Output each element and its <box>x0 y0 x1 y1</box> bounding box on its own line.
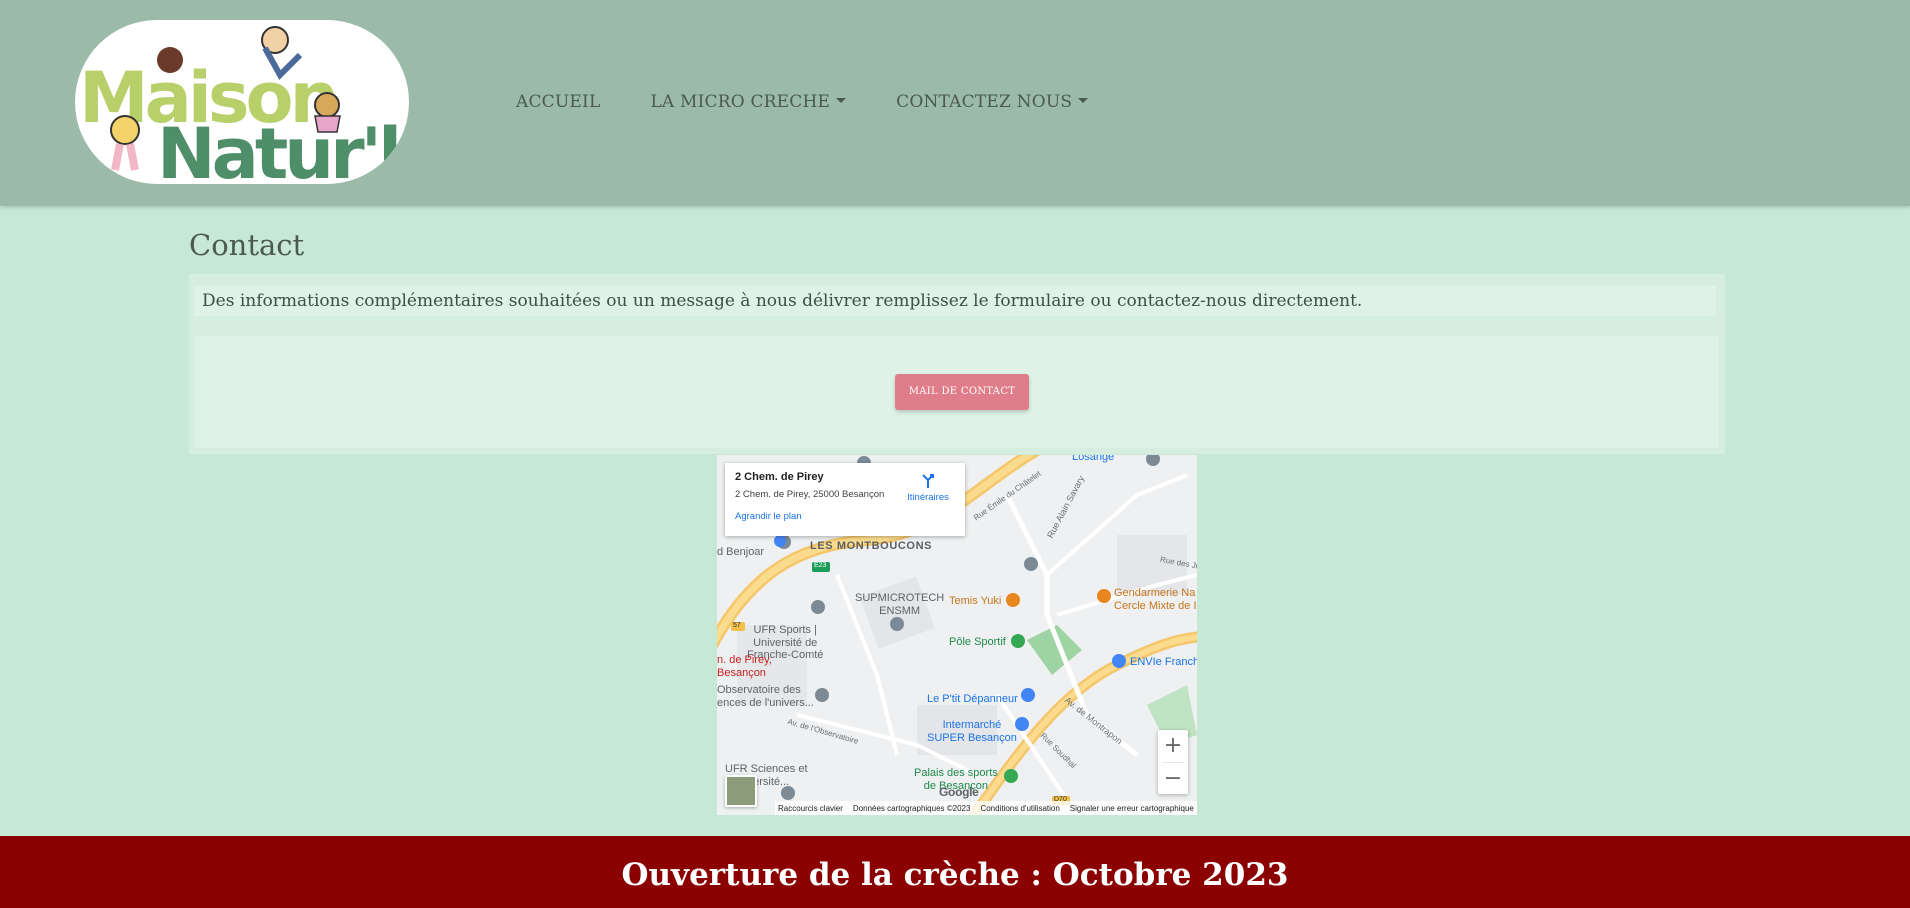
map-report-error-link[interactable]: Signaler une erreur cartographique <box>1070 804 1194 813</box>
child-figure-3 <box>110 115 140 145</box>
map-label-supmicrotech: SUPMICROTECH ENSMM <box>855 592 945 617</box>
map-directions-button[interactable]: Itinéraires <box>903 473 953 503</box>
logo-word-naturl: Natur'l <box>157 113 398 184</box>
map-label-pole-sportif: Pôle Sportif <box>949 636 1006 648</box>
map-label-petit-depanneur: Le P'tit Dépanneur <box>927 693 1018 705</box>
map-footer: Raccourcis clavier Données cartographiqu… <box>775 801 1197 815</box>
map-enlarge-link[interactable]: Agrandir le plan <box>735 511 955 522</box>
site-logo[interactable]: Maison Natur'l <box>75 20 409 184</box>
map-keyboard-shortcuts-link[interactable]: Raccourcis clavier <box>778 804 843 813</box>
map-label-pirey: n. de Pirey, Besançon <box>717 654 772 679</box>
child-figure-4 <box>314 92 340 118</box>
map-label-observatoire: Observatoire des ences de l'univers... <box>717 684 814 709</box>
nav-accueil[interactable]: ACCUEIL <box>516 92 600 112</box>
map-directions-label: Itinéraires <box>907 492 949 503</box>
nav-contactez-nous[interactable]: CONTACTEZ NOUS <box>896 92 1089 112</box>
map-label-intermarche: Intermarché SUPER Besançon <box>927 719 1017 744</box>
map-label-losange: Losange <box>1072 455 1115 463</box>
site-header: Maison Natur'l ACCUEIL LA MICRO CRECHE C… <box>0 0 1910 206</box>
map-label-les-montboucons: LES MONTBOUCONS <box>810 540 933 552</box>
main-navigation: ACCUEIL LA MICRO CRECHE CONTACTEZ NOUS <box>516 92 1138 112</box>
opening-banner-text: Ouverture de la crèche : Octobre 2023 <box>621 857 1289 893</box>
directions-icon <box>922 474 934 488</box>
embedded-map[interactable]: LES MONTBOUCONS Losange d Benjoar SUPMIC… <box>717 455 1197 815</box>
contact-intro-text: Des informations complémentaires souhait… <box>194 286 1716 316</box>
zoom-out-button[interactable]: − <box>1158 763 1188 795</box>
map-place-card: 2 Chem. de Pirey 2 Chem. de Pirey, 25000… <box>725 463 965 536</box>
mail-contact-button[interactable]: MAIL DE CONTACT <box>895 374 1029 410</box>
zoom-in-button[interactable]: + <box>1158 730 1188 762</box>
map-terms-link[interactable]: Conditions d'utilisation <box>980 804 1059 813</box>
map-data-credit: Données cartographiques ©2023 <box>852 803 971 813</box>
contact-form-area: MAIL DE CONTACT <box>195 336 1719 448</box>
map-label-benjoar: d Benjoar <box>717 546 765 558</box>
map-zoom-control: + − <box>1158 730 1188 794</box>
map-shield-57: 57 <box>733 622 741 629</box>
nav-micro-creche[interactable]: LA MICRO CRECHE <box>650 92 847 112</box>
map-label-temis-yuki: Temis Yuki <box>949 595 1002 607</box>
page-title: Contact <box>189 228 305 262</box>
logo-graphic: Maison Natur'l <box>79 26 402 184</box>
nav-contactez-nous-label: CONTACTEZ NOUS <box>896 92 1073 112</box>
map-label-gendarmerie: Gendarmerie Na Cercle Mixte de I <box>1114 587 1197 612</box>
contact-card: Des informations complémentaires souhait… <box>189 274 1725 454</box>
map-shield-e23: E23 <box>814 562 827 569</box>
caret-down-icon <box>836 97 847 103</box>
map-satellite-toggle[interactable] <box>725 775 757 807</box>
nav-micro-creche-label: LA MICRO CRECHE <box>650 92 831 112</box>
caret-down-icon <box>1078 97 1089 103</box>
child-figure-1 <box>157 47 183 73</box>
opening-banner: Ouverture de la crèche : Octobre 2023 <box>0 836 1910 908</box>
google-logo: Google <box>939 785 979 799</box>
map-label-envie: ENVIe Franch <box>1130 656 1197 668</box>
nav-accueil-label: ACCUEIL <box>516 92 601 112</box>
